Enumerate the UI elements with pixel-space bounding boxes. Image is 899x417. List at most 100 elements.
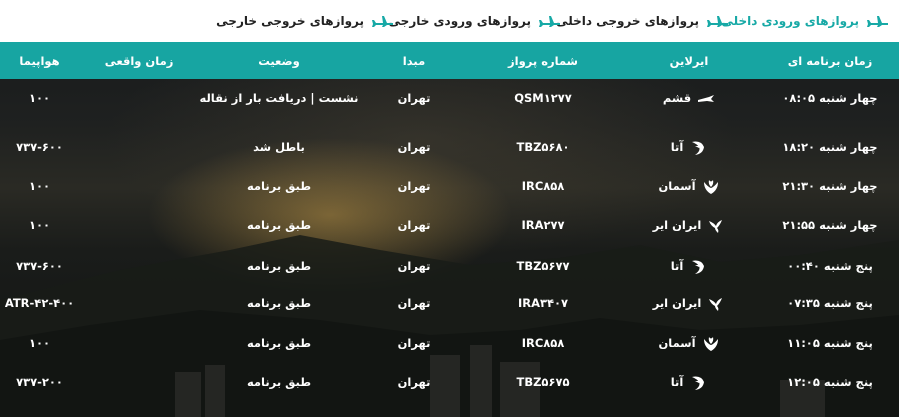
airline-cell: ایران ایر: [617, 206, 761, 245]
header-actual-time: زمان واقعی: [104, 53, 174, 68]
origin: تهران: [397, 179, 431, 193]
airline-cell: آتا: [617, 128, 761, 167]
header-airline: ایرلاین: [669, 53, 709, 68]
actual-time: [79, 79, 199, 118]
table-row[interactable]: چهار شنبه ۲۱:۵۵ ایران ایر IRA۲۷۷ تهران ط…: [0, 206, 899, 245]
ata-logo-icon: [689, 374, 707, 392]
flight-number: TBZ۵۶۷۵: [516, 375, 570, 389]
table-row[interactable]: چهار شنبه ۲۱:۳۰ آسمان IRC۸۵۸ تهران طبق ب…: [0, 167, 899, 206]
flight-category-nav: پروازهای ورودی داخلی پروازهای خروجی داخل…: [0, 0, 899, 42]
airline-cell: آسمان: [617, 324, 761, 363]
nav-item-domestic-arrivals[interactable]: پروازهای ورودی داخلی: [721, 0, 889, 42]
scheduled-time: پنج شنبه ۱۱:۰۵: [787, 336, 873, 350]
airline-name: آتا: [670, 375, 684, 389]
scheduled-time: چهار شنبه ۲۱:۳۰: [782, 179, 878, 193]
scheduled-time: پنج شنبه ۰۰:۴۰: [787, 259, 873, 273]
origin: تهران: [397, 91, 431, 105]
airline-name: ایران ایر: [652, 218, 702, 232]
airline-name: آسمان: [658, 179, 696, 193]
scheduled-time: پنج شنبه ۰۷:۳۵: [787, 296, 873, 310]
ata-logo-icon: [689, 139, 707, 157]
flight-number: IRA۳۴۰۷: [517, 296, 569, 310]
airline-cell: قشم: [617, 79, 761, 118]
aircraft-type: ۱۰۰: [28, 218, 51, 232]
nav-item-label: پروازهای خروجی داخلی: [556, 14, 699, 28]
airline-name: قشم: [662, 91, 692, 105]
nav-item-international-departures[interactable]: پروازهای خروجی خارجی: [216, 0, 394, 42]
airline-cell: ایران ایر: [617, 284, 761, 323]
flight-number: QSM۱۲۷۷: [514, 91, 572, 105]
origin: تهران: [397, 296, 431, 310]
flight-number: IRC۸۵۸: [521, 336, 565, 350]
origin: تهران: [397, 218, 431, 232]
actual-time: [79, 363, 199, 402]
aircraft-type: ۷۳۷-۶۰۰: [16, 140, 63, 154]
aircraft-type: ۱۰۰: [28, 179, 51, 193]
table-row[interactable]: پنج شنبه ۰۰:۴۰ آتا TBZ۵۶۷۷ تهران طبق برن…: [0, 247, 899, 286]
flight-status: طبق برنامه: [246, 375, 312, 389]
airline-name: ایران ایر: [652, 296, 702, 310]
origin: تهران: [397, 140, 431, 154]
flight-number: TBZ۵۶۷۷: [516, 259, 570, 273]
origin: تهران: [397, 375, 431, 389]
table-row[interactable]: پنج شنبه ۱۲:۰۵ آتا TBZ۵۶۷۵ تهران طبق برن…: [0, 363, 899, 402]
table-row[interactable]: چهار شنبه ۰۸:۰۵ قشم QSM۱۲۷۷ تهران نشست |…: [0, 79, 899, 118]
airline-name: آتا: [670, 140, 684, 154]
airplane-icon: [370, 14, 394, 28]
flight-number: IRC۸۵۸: [521, 179, 565, 193]
airplane-icon: [705, 14, 729, 28]
airline-name: آسمان: [658, 336, 696, 350]
scheduled-time: پنج شنبه ۱۲:۰۵: [787, 375, 873, 389]
header-status: وضعیت: [258, 53, 300, 68]
nav-item-label: پروازهای خروجی خارجی: [216, 14, 364, 28]
flight-status: باطل شد: [253, 140, 305, 154]
iran-air-logo-icon: [707, 295, 725, 313]
actual-time: [79, 324, 199, 363]
airplane-icon: [537, 14, 561, 28]
flight-status: طبق برنامه: [246, 179, 312, 193]
aseman-logo-icon: [702, 335, 720, 353]
origin: تهران: [397, 259, 431, 273]
aseman-logo-icon: [702, 178, 720, 196]
flight-status: طبق برنامه: [246, 218, 312, 232]
table-row[interactable]: پنج شنبه ۰۷:۳۵ ایران ایر IRA۳۴۰۷ تهران ط…: [0, 284, 899, 323]
scheduled-time: چهار شنبه ۰۸:۰۵: [782, 91, 878, 105]
origin: تهران: [397, 336, 431, 350]
aircraft-type: ۱۰۰: [28, 91, 51, 105]
actual-time: [79, 128, 199, 167]
actual-time: [79, 167, 199, 206]
table-header: زمان برنامه ای ایرلاین شماره پرواز مبدا …: [0, 42, 899, 79]
airline-cell: آتا: [617, 363, 761, 402]
actual-time: [79, 284, 199, 323]
iran-air-logo-icon: [707, 217, 725, 235]
flight-number: TBZ۵۶۸۰: [516, 140, 570, 154]
aircraft-type: ۷۳۷-۶۰۰: [16, 259, 63, 273]
actual-time: [79, 206, 199, 245]
qeshm-air-logo-icon: [697, 90, 715, 108]
airline-cell: آسمان: [617, 167, 761, 206]
ata-logo-icon: [689, 258, 707, 276]
aircraft-type: ATR-۴۲-۴۰۰: [4, 296, 75, 310]
aircraft-type: ۱۰۰: [28, 336, 51, 350]
nav-item-label: پروازهای ورودی داخلی: [721, 14, 859, 28]
flight-status: نشست | دریافت بار از نقاله: [199, 91, 359, 105]
header-scheduled-time: زمان برنامه ای: [787, 53, 873, 68]
nav-item-label: پروازهای ورودی خارجی: [388, 14, 531, 28]
flight-status: طبق برنامه: [246, 296, 312, 310]
aircraft-type: ۷۳۷-۲۰۰: [16, 375, 63, 389]
airplane-icon: [865, 14, 889, 28]
table-row[interactable]: چهار شنبه ۱۸:۲۰ آتا TBZ۵۶۸۰ تهران باطل ش…: [0, 128, 899, 167]
scheduled-time: چهار شنبه ۲۱:۵۵: [782, 218, 878, 232]
flight-status: طبق برنامه: [246, 336, 312, 350]
header-origin: مبدا: [402, 53, 426, 68]
header-aircraft: هواپیما: [19, 53, 60, 68]
nav-item-domestic-departures[interactable]: پروازهای خروجی داخلی: [556, 0, 729, 42]
actual-time: [79, 247, 199, 286]
scheduled-time: چهار شنبه ۱۸:۲۰: [782, 140, 878, 154]
airline-cell: آتا: [617, 247, 761, 286]
header-flight-number: شماره پرواز: [508, 53, 578, 68]
table-row[interactable]: پنج شنبه ۱۱:۰۵ آسمان IRC۸۵۸ تهران طبق بر…: [0, 324, 899, 363]
nav-item-international-arrivals[interactable]: پروازهای ورودی خارجی: [389, 0, 561, 42]
flight-number: IRA۲۷۷: [521, 218, 565, 232]
airline-name: آتا: [670, 259, 684, 273]
